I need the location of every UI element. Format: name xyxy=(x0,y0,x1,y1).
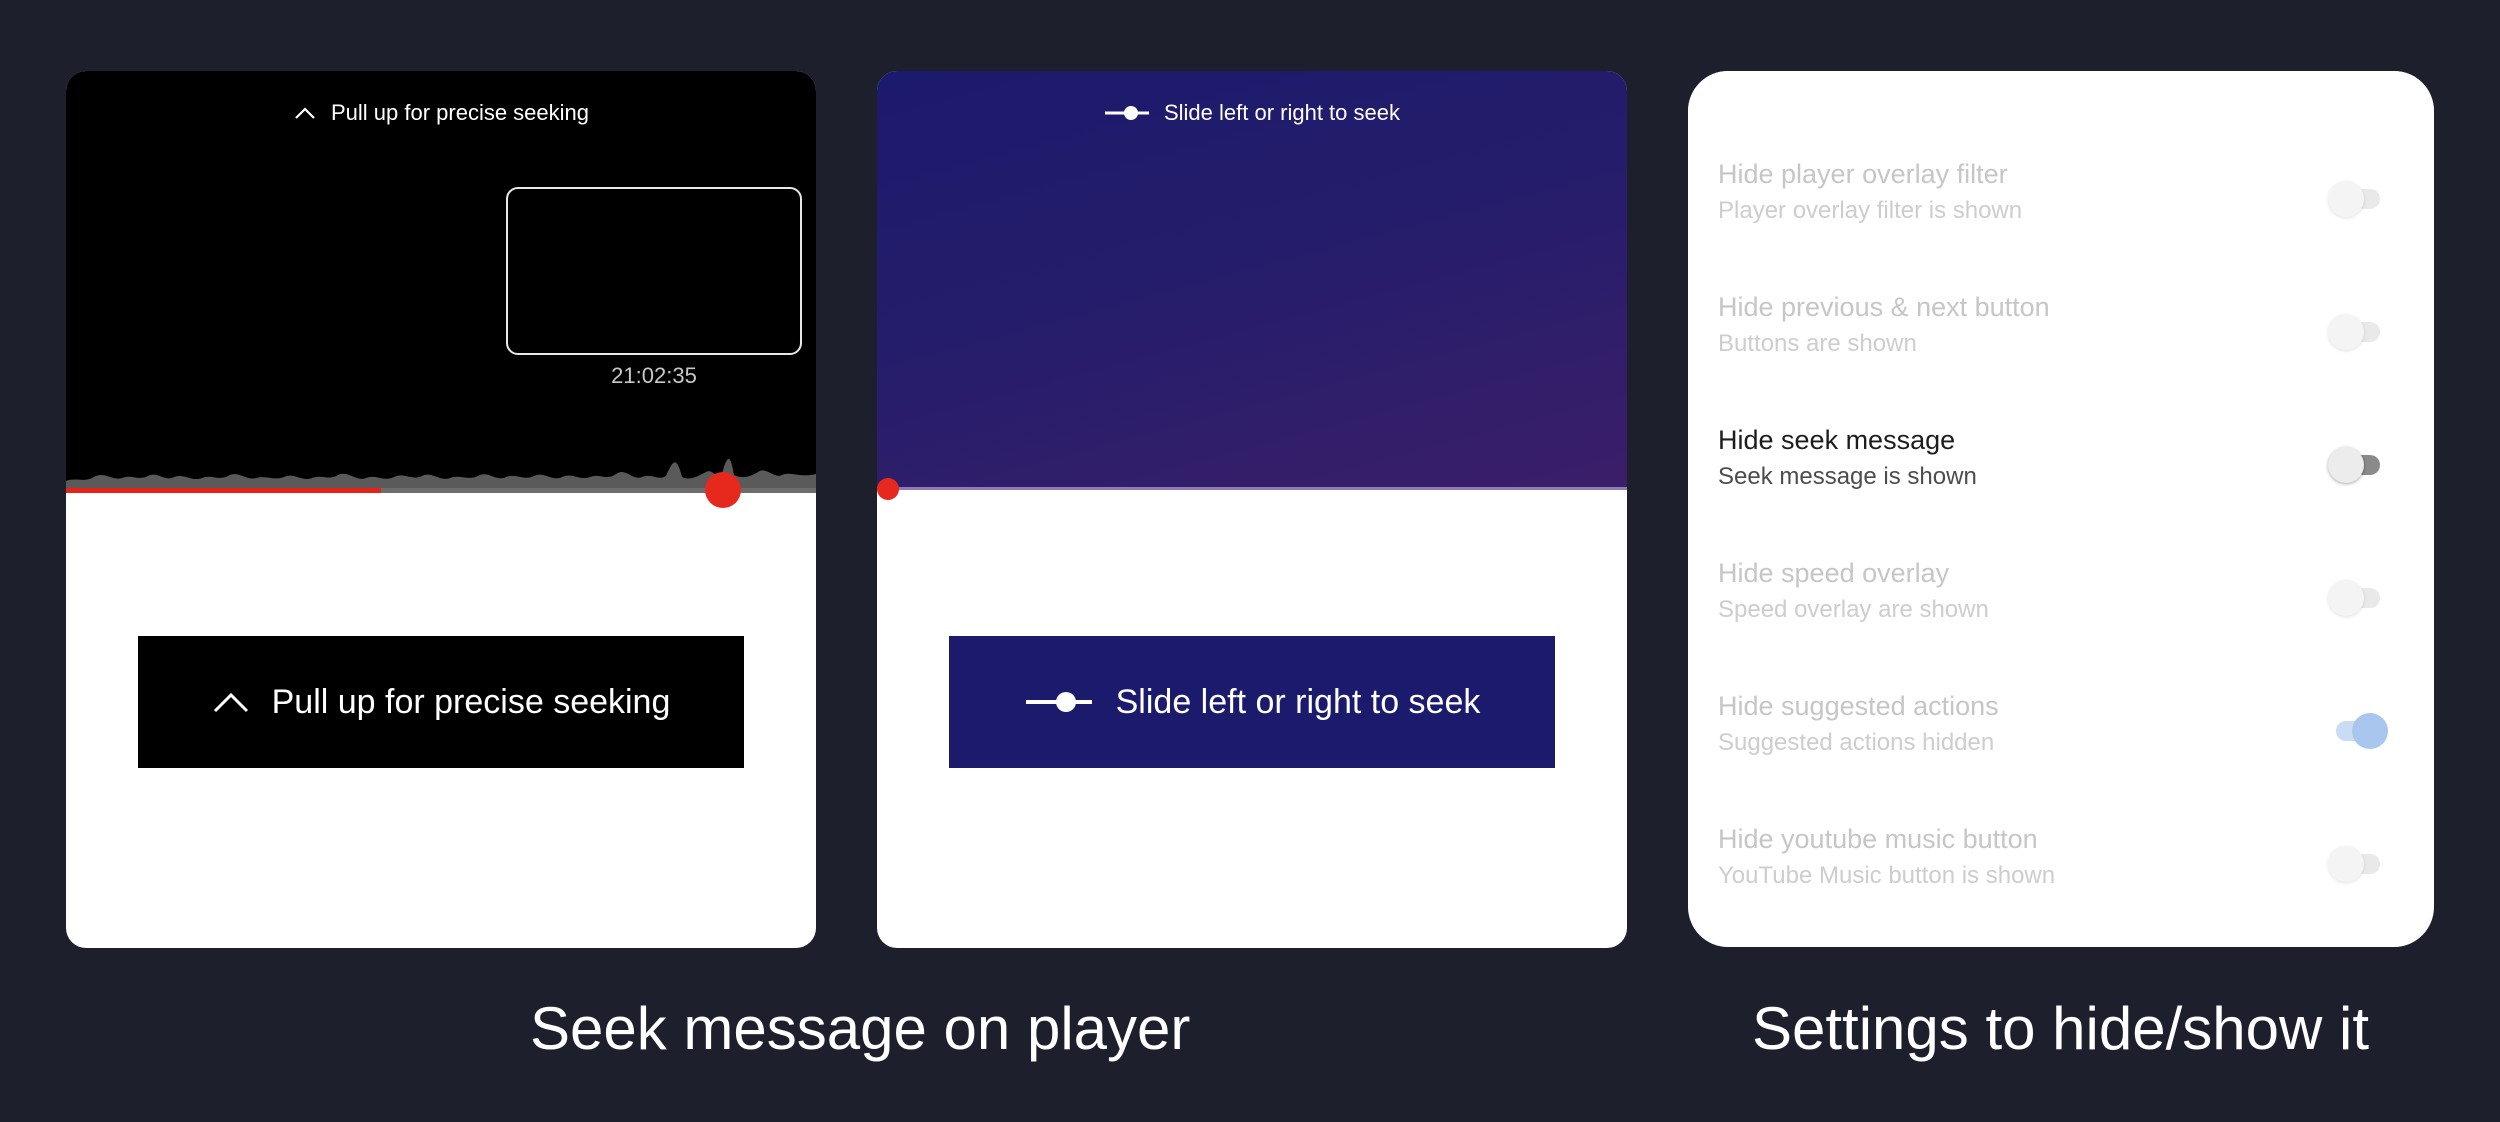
setting-title: Hide previous & next button xyxy=(1718,292,2050,322)
setting-toggle[interactable] xyxy=(2328,580,2388,616)
video-surface[interactable]: Slide left or right to seek xyxy=(877,71,1627,489)
seek-message-box: Pull up for precise seeking xyxy=(138,636,744,768)
chevron-up-icon xyxy=(295,107,315,119)
setting-row[interactable]: Hide suggested actions Suggested actions … xyxy=(1688,663,2434,796)
top-seek-hint-label: Slide left or right to seek xyxy=(1163,100,1400,125)
player-preview-slide: Slide left or right to seek Slide left o… xyxy=(877,71,1627,948)
seek-bar-scrubber[interactable] xyxy=(705,472,741,508)
setting-toggle[interactable] xyxy=(2328,447,2388,483)
setting-row[interactable]: Hide youtube music button YouTube Music b… xyxy=(1688,796,2434,929)
setting-row[interactable]: Hide seek message Seek message is shown xyxy=(1688,397,2434,530)
setting-subtitle: YouTube Music button is shown xyxy=(1718,862,2056,889)
setting-toggle[interactable] xyxy=(2328,846,2388,882)
caption-seek-message: Seek message on player xyxy=(530,995,1191,1062)
setting-toggle[interactable] xyxy=(2328,181,2388,217)
setting-row[interactable]: Hide previous & next button Buttons are s… xyxy=(1688,264,2434,397)
setting-subtitle: Player overlay filter is shown xyxy=(1718,197,2023,224)
seek-message-box: Slide left or right to seek xyxy=(949,636,1555,768)
setting-title: Hide seek message xyxy=(1718,425,1956,455)
top-seek-hint: Pull up for precise seeking xyxy=(66,100,816,126)
toggle-knob xyxy=(2328,580,2364,616)
setting-toggle[interactable] xyxy=(2328,713,2388,749)
setting-toggle[interactable] xyxy=(2328,314,2388,350)
setting-row[interactable]: Hide speed overlay Speed overlay are show… xyxy=(1688,530,2434,663)
slider-icon xyxy=(1104,106,1149,120)
chevron-up-icon xyxy=(213,692,248,713)
top-seek-hint: Slide left or right to seek xyxy=(877,100,1627,126)
setting-subtitle: Seek message is shown xyxy=(1718,463,1977,490)
setting-title: Hide youtube music button xyxy=(1718,824,2038,854)
seek-thumbnail-time: 21:02:35 xyxy=(611,363,697,388)
top-seek-hint-label: Pull up for precise seeking xyxy=(330,100,590,125)
setting-title: Hide speed overlay xyxy=(1718,558,1950,588)
seek-message-label: Pull up for precise seeking xyxy=(271,682,671,721)
seek-thumbnail-preview xyxy=(506,187,802,355)
seek-bar-scrubber[interactable] xyxy=(877,478,899,500)
scroll-fade xyxy=(1688,71,2434,151)
seek-bar-played xyxy=(66,488,381,493)
setting-subtitle: Speed overlay are shown xyxy=(1718,596,1989,623)
seek-bar-track[interactable] xyxy=(877,487,1627,490)
toggle-knob xyxy=(2352,713,2388,749)
caption-settings: Settings to hide/show it xyxy=(1752,995,2370,1062)
video-surface[interactable]: Pull up for precise seeking 21:02:35 xyxy=(66,71,816,491)
most-replayed-heatmap xyxy=(66,458,816,491)
setting-subtitle: Suggested actions hidden xyxy=(1718,729,1995,756)
toggle-knob xyxy=(2328,314,2364,350)
setting-title: Hide player overlay filter xyxy=(1718,159,2008,189)
toggle-knob xyxy=(2328,447,2364,483)
setting-title: Hide suggested actions xyxy=(1718,691,1999,721)
toggle-knob xyxy=(2328,846,2364,882)
seek-message-label: Slide left or right to seek xyxy=(1115,682,1481,721)
settings-panel: Hide player overlay filter Player overlay… xyxy=(1688,71,2434,947)
setting-subtitle: Buttons are shown xyxy=(1718,330,1917,357)
player-preview-pull-up: Pull up for precise seeking 21:02:35 Pul… xyxy=(66,71,816,948)
toggle-knob xyxy=(2328,181,2364,217)
slider-icon xyxy=(1025,692,1092,712)
